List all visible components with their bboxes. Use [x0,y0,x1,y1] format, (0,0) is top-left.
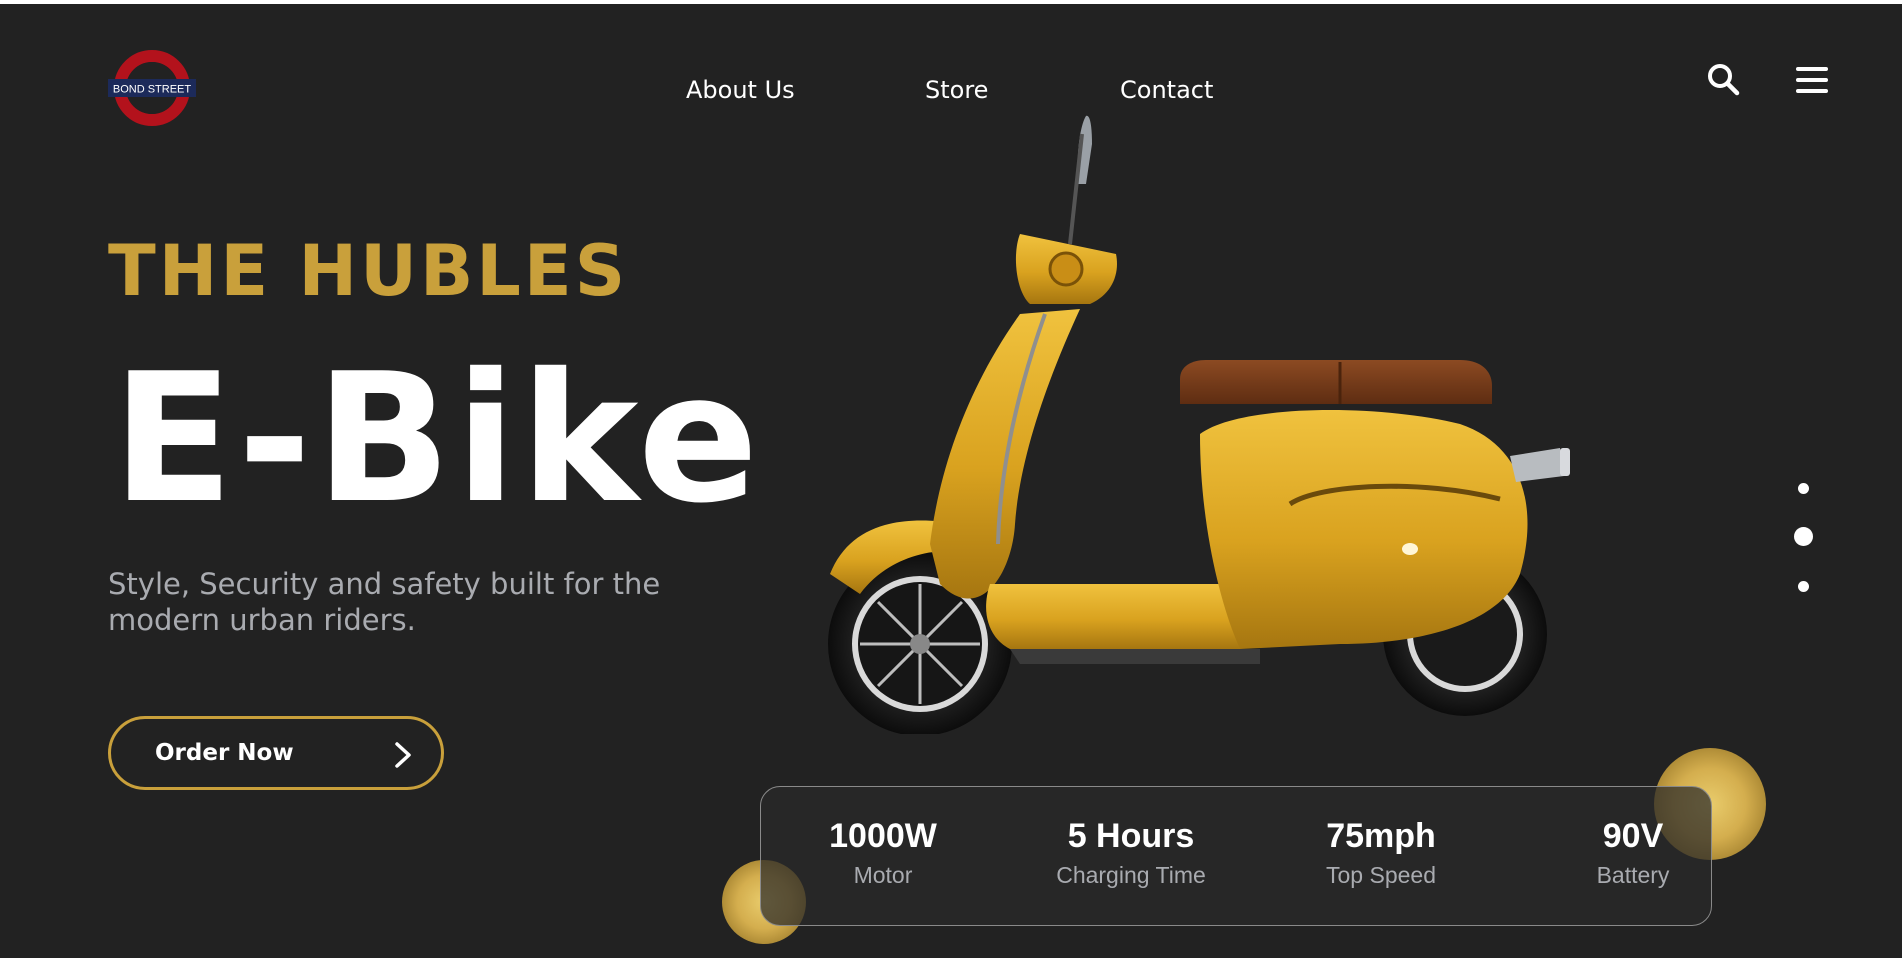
slider-dot-2-active[interactable] [1794,527,1813,546]
spec-value: 5 Hours [1067,817,1195,855]
slider-dot-3[interactable] [1798,581,1809,592]
spec-battery: 90V Battery [1523,817,1743,889]
nav-contact[interactable]: Contact [1120,76,1213,104]
scooter-image [820,104,1680,736]
spec-value: 1000W [829,817,937,855]
spec-label: Motor [853,862,913,888]
spec-label: Top Speed [1326,862,1436,888]
hero-tagline: Style, Security and safety built for the… [108,567,661,637]
spec-label: Battery [1596,862,1670,888]
spec-charging-time: 5 Hours Charging Time [1021,817,1241,889]
specs-panel: 1000W Motor 5 Hours Charging Time 75mph … [760,786,1712,926]
hero-title: E-Bike [112,335,763,542]
hamburger-menu-icon[interactable] [1794,64,1830,96]
search-icon[interactable] [1706,62,1742,98]
spec-value: 90V [1602,817,1664,855]
order-now-label: Order Now [155,740,294,766]
brand-name: THE HUBLES [108,230,629,312]
main-nav: About Us Store Contact [0,76,1902,106]
nav-about-us[interactable]: About Us [686,76,795,104]
spec-motor: 1000W Motor [773,817,993,889]
spec-top-speed: 75mph Top Speed [1271,817,1491,889]
landing-page: BOND STREET About Us Store Contact THE H… [0,4,1902,958]
order-now-button[interactable]: Order Now [108,716,444,790]
spec-value: 75mph [1326,817,1436,855]
chevron-right-icon [393,741,413,769]
nav-store[interactable]: Store [925,76,988,104]
spec-label: Charging Time [1056,862,1206,888]
slider-dot-1[interactable] [1798,483,1809,494]
